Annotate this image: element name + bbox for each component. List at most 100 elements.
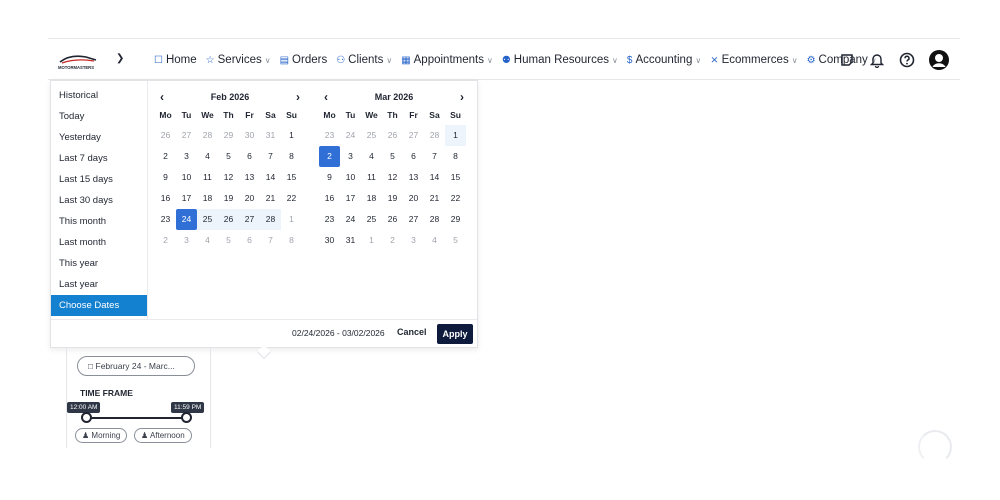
- preset-today[interactable]: Today: [51, 106, 147, 127]
- calendar-day[interactable]: 20: [239, 188, 260, 209]
- calendar-day[interactable]: 25: [197, 209, 218, 230]
- calendar-day[interactable]: 9: [155, 167, 176, 188]
- calendar-day[interactable]: 13: [403, 167, 424, 188]
- calendar-day[interactable]: 3: [176, 146, 197, 167]
- calendar-day[interactable]: 8: [445, 146, 466, 167]
- calendar-day[interactable]: 29: [218, 125, 239, 146]
- morning-chip[interactable]: ♟ Morning: [75, 428, 128, 443]
- scroll-top-button[interactable]: [918, 430, 952, 464]
- nav-item-appointments[interactable]: ▦ Appointments ∨: [401, 54, 493, 66]
- calendar-day[interactable]: 18: [197, 188, 218, 209]
- calendar-day[interactable]: 30: [239, 125, 260, 146]
- calendar-day[interactable]: 5: [218, 146, 239, 167]
- calendar-day[interactable]: 28: [197, 125, 218, 146]
- prev-month-chevron-icon[interactable]: ‹: [155, 90, 169, 104]
- calendar-day[interactable]: 14: [260, 167, 281, 188]
- afternoon-chip[interactable]: ♟ Afternoon: [134, 428, 192, 443]
- avatar-icon[interactable]: [928, 49, 950, 71]
- calendar-day[interactable]: 4: [197, 230, 218, 251]
- calendar-day[interactable]: 10: [176, 167, 197, 188]
- preset-last-30-days[interactable]: Last 30 days: [51, 190, 147, 211]
- calendar-day[interactable]: 31: [260, 125, 281, 146]
- calendar-day[interactable]: 22: [281, 188, 302, 209]
- brand-menu-chevron-icon[interactable]: ❯: [116, 53, 124, 64]
- calendar-day[interactable]: 26: [155, 125, 176, 146]
- calendar-day[interactable]: 4: [424, 230, 445, 251]
- calendar-day[interactable]: 6: [239, 230, 260, 251]
- calendar-day[interactable]: 11: [197, 167, 218, 188]
- calendar-day[interactable]: 23: [155, 209, 176, 230]
- preset-historical[interactable]: Historical: [51, 85, 147, 106]
- next-month-chevron-icon[interactable]: ›: [455, 90, 469, 104]
- calendar-day[interactable]: 26: [382, 209, 403, 230]
- calendar-day[interactable]: 6: [239, 146, 260, 167]
- date-range-button[interactable]: □ February 24 - Marc...: [77, 356, 195, 376]
- calendar-day[interactable]: 23: [319, 209, 340, 230]
- calendar-day[interactable]: 13: [239, 167, 260, 188]
- calendar-day[interactable]: 1: [281, 209, 302, 230]
- calendar-day[interactable]: 10: [340, 167, 361, 188]
- calendar-day[interactable]: 14: [424, 167, 445, 188]
- calendar-day[interactable]: 2: [319, 146, 340, 167]
- preset-last-7-days[interactable]: Last 7 days: [51, 148, 147, 169]
- nav-item-human-resources[interactable]: ⚉ Human Resources ∨: [502, 54, 618, 66]
- apply-button[interactable]: Apply: [437, 324, 473, 344]
- nav-item-ecommerces[interactable]: ⨯ Ecommerces ∨: [710, 54, 797, 66]
- calendar-day[interactable]: 28: [424, 209, 445, 230]
- nav-item-accounting[interactable]: $ Accounting ∨: [627, 54, 701, 66]
- nav-item-clients[interactable]: ⚇ Clients ∨: [336, 54, 392, 66]
- calendar-day[interactable]: 2: [155, 146, 176, 167]
- calendar-day[interactable]: 22: [445, 188, 466, 209]
- calendar-day[interactable]: 8: [281, 230, 302, 251]
- calendar-day[interactable]: 12: [382, 167, 403, 188]
- bell-icon[interactable]: [868, 51, 886, 69]
- calendar-day[interactable]: 23: [319, 125, 340, 146]
- calendar-day[interactable]: 15: [281, 167, 302, 188]
- calendar-day[interactable]: 2: [155, 230, 176, 251]
- calendar-day[interactable]: 25: [361, 125, 382, 146]
- calendar-day[interactable]: 26: [218, 209, 239, 230]
- time-slider-end-handle[interactable]: [181, 412, 192, 423]
- preset-last-month[interactable]: Last month: [51, 232, 147, 253]
- calendar-day[interactable]: 4: [361, 146, 382, 167]
- calendar-day[interactable]: 17: [176, 188, 197, 209]
- cancel-button[interactable]: Cancel: [397, 327, 427, 337]
- calendar-day[interactable]: 16: [155, 188, 176, 209]
- calendar-day[interactable]: 21: [260, 188, 281, 209]
- calendar-day[interactable]: 27: [239, 209, 260, 230]
- calendar-day[interactable]: 29: [445, 209, 466, 230]
- calendar-day[interactable]: 6: [403, 146, 424, 167]
- calendar-day[interactable]: 19: [218, 188, 239, 209]
- calendar-day[interactable]: 30: [319, 230, 340, 251]
- calendar-day[interactable]: 2: [382, 230, 403, 251]
- calendar-day[interactable]: 19: [382, 188, 403, 209]
- calendar-day[interactable]: 25: [361, 209, 382, 230]
- note-icon[interactable]: [838, 51, 856, 69]
- calendar-day[interactable]: 4: [197, 146, 218, 167]
- calendar-day[interactable]: 3: [403, 230, 424, 251]
- calendar-day[interactable]: 5: [445, 230, 466, 251]
- calendar-day[interactable]: 24: [340, 209, 361, 230]
- calendar-day[interactable]: 27: [176, 125, 197, 146]
- calendar-day[interactable]: 1: [445, 125, 466, 146]
- calendar-day[interactable]: 26: [382, 125, 403, 146]
- calendar-day[interactable]: 28: [424, 125, 445, 146]
- help-icon[interactable]: [898, 51, 916, 69]
- preset-this-month[interactable]: This month: [51, 211, 147, 232]
- calendar-day[interactable]: 3: [340, 146, 361, 167]
- calendar-day[interactable]: 20: [403, 188, 424, 209]
- calendar-day[interactable]: 7: [260, 230, 281, 251]
- calendar-day[interactable]: 5: [218, 230, 239, 251]
- calendar-day[interactable]: 27: [403, 125, 424, 146]
- calendar-day[interactable]: 9: [319, 167, 340, 188]
- calendar-day[interactable]: 12: [218, 167, 239, 188]
- preset-this-year[interactable]: This year: [51, 253, 147, 274]
- calendar-day[interactable]: 17: [340, 188, 361, 209]
- calendar-day[interactable]: 24: [340, 125, 361, 146]
- prev-month-chevron-icon[interactable]: ‹: [319, 90, 333, 104]
- calendar-day[interactable]: 21: [424, 188, 445, 209]
- calendar-day[interactable]: 1: [361, 230, 382, 251]
- preset-yesterday[interactable]: Yesterday: [51, 127, 147, 148]
- calendar-day[interactable]: 24: [176, 209, 197, 230]
- calendar-day[interactable]: 27: [403, 209, 424, 230]
